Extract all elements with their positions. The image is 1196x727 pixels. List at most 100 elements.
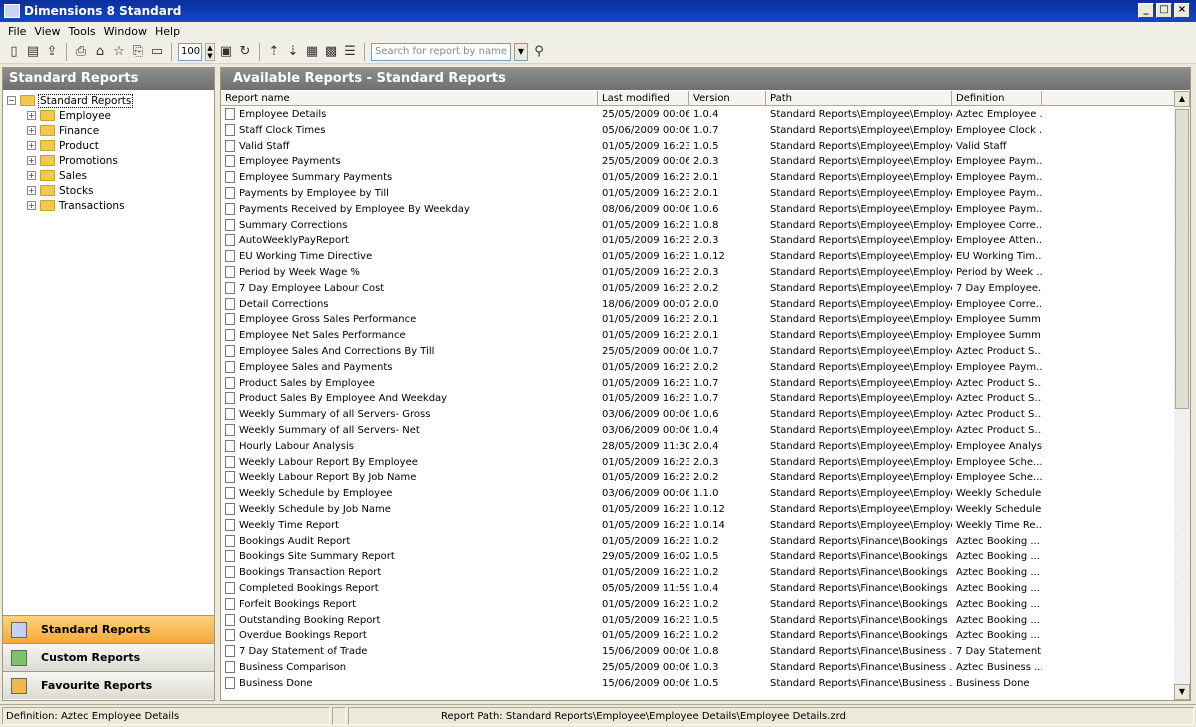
maximize-button[interactable]: □ — [1156, 3, 1172, 18]
table-row[interactable]: Outstanding Booking Report 01/05/2009 16:… — [221, 613, 1175, 629]
table-row[interactable]: Weekly Schedule by Job Name 01/05/2009 16… — [221, 502, 1175, 518]
tree-folder[interactable]: + Employee — [7, 108, 210, 123]
table-row[interactable]: Bookings Transaction Report 01/05/2009 16… — [221, 565, 1175, 581]
fit-page-icon[interactable]: ▣ — [218, 44, 234, 60]
grid-icon[interactable]: ▦ — [304, 44, 320, 60]
col-path[interactable]: Path — [766, 91, 952, 106]
minimize-button[interactable]: _ — [1138, 3, 1154, 18]
tree-folder[interactable]: + Finance — [7, 123, 210, 138]
grid-alt-icon[interactable]: ▩ — [323, 44, 339, 60]
scroll-down-icon[interactable]: ▼ — [1174, 684, 1190, 700]
scroll-thumb[interactable] — [1175, 109, 1189, 409]
col-last-modified[interactable]: Last modified — [598, 91, 689, 106]
table-row[interactable]: Forfeit Bookings Report 01/05/2009 16:23 1… — [221, 597, 1175, 613]
table-row[interactable]: Valid Staff 01/05/2009 16:23 1.0.5 Standard… — [221, 139, 1175, 155]
tree-folder-label[interactable]: Employee — [59, 110, 111, 122]
menu-view[interactable]: View — [30, 25, 64, 38]
menu-help[interactable]: Help — [151, 25, 184, 38]
expand-icon[interactable]: + — [27, 186, 36, 195]
favourite-star-icon[interactable]: ☆ — [111, 44, 127, 60]
table-row[interactable]: Business Done 15/06/2009 00:06 1.0.5 Standa… — [221, 676, 1175, 692]
report-search-input[interactable]: Search for report by name — [371, 42, 511, 61]
table-row[interactable]: Bookings Site Summary Report 29/05/2009 1… — [221, 549, 1175, 565]
expand-icon[interactable]: + — [27, 126, 36, 135]
tree-folder-label[interactable]: Transactions — [59, 200, 125, 212]
nav-standard-reports[interactable]: Standard Reports — [3, 615, 214, 643]
tree-folder-label[interactable]: Product — [59, 140, 99, 152]
expand-icon[interactable]: + — [27, 201, 36, 210]
print-icon[interactable]: ⎙ — [73, 44, 89, 60]
tree-root[interactable]: − Standard Reports — [7, 93, 210, 108]
table-row[interactable]: 7 Day Employee Labour Cost 01/05/2009 16:… — [221, 281, 1175, 297]
sort-desc-icon[interactable]: ⇣ — [285, 44, 301, 60]
table-row[interactable]: Employee Net Sales Performance 01/05/2009… — [221, 328, 1175, 344]
table-row[interactable]: Weekly Labour Report By Job Name 01/05/20… — [221, 470, 1175, 486]
table-row[interactable]: Employee Details 25/05/2009 00:06 1.0.4 Sta… — [221, 107, 1175, 123]
page-icon[interactable]: ▭ — [149, 44, 165, 60]
open-icon[interactable]: ▤ — [25, 44, 41, 60]
table-row[interactable]: Bookings Audit Report 01/05/2009 16:23 1.0… — [221, 534, 1175, 550]
print-preview-icon[interactable]: ⌂ — [92, 44, 108, 60]
table-row[interactable]: Overdue Bookings Report 01/05/2009 16:23 1… — [221, 628, 1175, 644]
menu-file[interactable]: File — [4, 25, 30, 38]
table-row[interactable]: Employee Summary Payments 01/05/2009 16:2… — [221, 170, 1175, 186]
tree-folder[interactable]: + Transactions — [7, 198, 210, 213]
vertical-scrollbar[interactable]: ▲ ▼ — [1174, 91, 1190, 700]
tree-folder[interactable]: + Product — [7, 138, 210, 153]
table-row[interactable]: Business Comparison 25/05/2009 00:06 1.0.3… — [221, 660, 1175, 676]
tree-icon[interactable]: ☰ — [342, 44, 358, 60]
table-row[interactable]: 7 Day Statement of Trade 15/06/2009 00:06… — [221, 644, 1175, 660]
zoom-input[interactable]: 100 — [178, 42, 202, 61]
zoom-spinner[interactable]: ▲ ▼ — [205, 42, 215, 61]
table-row[interactable]: Weekly Summary of all Servers- Gross 03/0… — [221, 407, 1175, 423]
table-row[interactable]: Detail Corrections 18/06/2009 00:07 2.0.0 S… — [221, 297, 1175, 313]
export-icon[interactable]: ⇪ — [44, 44, 60, 60]
table-row[interactable]: Summary Corrections 01/05/2009 16:23 1.0.8… — [221, 218, 1175, 234]
expand-icon[interactable]: + — [27, 111, 36, 120]
table-row[interactable]: Weekly Schedule by Employee 03/06/2009 00… — [221, 486, 1175, 502]
table-row[interactable]: Weekly Summary of all Servers- Net 03/06/… — [221, 423, 1175, 439]
new-icon[interactable]: ▯ — [6, 44, 22, 60]
printer-icon[interactable]: ⎘ — [130, 44, 146, 60]
table-row[interactable]: Employee Sales and Payments 01/05/2009 16… — [221, 360, 1175, 376]
menu-tools[interactable]: Tools — [65, 25, 100, 38]
table-row[interactable]: Staff Clock Times 05/06/2009 00:06 1.0.7 St… — [221, 123, 1175, 139]
search-icon[interactable]: ⚲ — [531, 44, 547, 60]
tree-folder[interactable]: + Sales — [7, 168, 210, 183]
col-definition[interactable]: Definition — [952, 91, 1042, 106]
tree-folder-label[interactable]: Promotions — [59, 155, 118, 167]
table-row[interactable]: Completed Bookings Report 05/05/2009 11:5… — [221, 581, 1175, 597]
table-row[interactable]: EU Working Time Directive 01/05/2009 16:2… — [221, 249, 1175, 265]
table-row[interactable]: Period by Week Wage % 01/05/2009 16:23 2.0… — [221, 265, 1175, 281]
table-row[interactable]: Product Sales By Employee And Weekday 01/… — [221, 391, 1175, 407]
refresh-icon[interactable]: ↻ — [237, 44, 253, 60]
expand-icon[interactable]: + — [27, 171, 36, 180]
expand-icon[interactable]: + — [27, 141, 36, 150]
table-row[interactable]: Product Sales by Employee 01/05/2009 16:2… — [221, 376, 1175, 392]
table-row[interactable]: Weekly Labour Report By Employee 01/05/20… — [221, 455, 1175, 471]
tree-root-label[interactable]: Standard Reports — [37, 93, 134, 108]
table-row[interactable]: Employee Sales And Corrections By Till 25… — [221, 344, 1175, 360]
tree-folder[interactable]: + Promotions — [7, 153, 210, 168]
scroll-up-icon[interactable]: ▲ — [1174, 91, 1190, 107]
table-row[interactable]: Hourly Labour Analysis 28/05/2009 11:30 2.… — [221, 439, 1175, 455]
collapse-icon[interactable]: − — [7, 96, 16, 105]
expand-icon[interactable]: + — [27, 156, 36, 165]
col-version[interactable]: Version — [689, 91, 766, 106]
tree-folder-label[interactable]: Sales — [59, 170, 87, 182]
table-row[interactable]: Employee Payments 25/05/2009 00:06 2.0.3 St… — [221, 154, 1175, 170]
tree-folder[interactable]: + Stocks — [7, 183, 210, 198]
tree-folder-label[interactable]: Finance — [59, 125, 99, 137]
table-row[interactable]: Weekly Time Report 01/05/2009 16:23 1.0.14… — [221, 518, 1175, 534]
chevron-down-icon[interactable]: ▼ — [514, 42, 528, 61]
nav-custom-reports[interactable]: Custom Reports — [3, 643, 214, 671]
table-row[interactable]: Employee Gross Sales Performance 01/05/20… — [221, 312, 1175, 328]
table-row[interactable]: Payments by Employee by Till 01/05/2009 1… — [221, 186, 1175, 202]
menu-window[interactable]: Window — [100, 25, 151, 38]
col-report-name[interactable]: Report name — [221, 91, 598, 106]
tree-folder-label[interactable]: Stocks — [59, 185, 94, 197]
sort-asc-icon[interactable]: ⇡ — [266, 44, 282, 60]
nav-favourite-reports[interactable]: Favourite Reports — [3, 671, 214, 699]
table-row[interactable]: AutoWeeklyPayReport 01/05/2009 16:23 2.0.3… — [221, 233, 1175, 249]
table-row[interactable]: Payments Received by Employee By Weekday… — [221, 202, 1175, 218]
